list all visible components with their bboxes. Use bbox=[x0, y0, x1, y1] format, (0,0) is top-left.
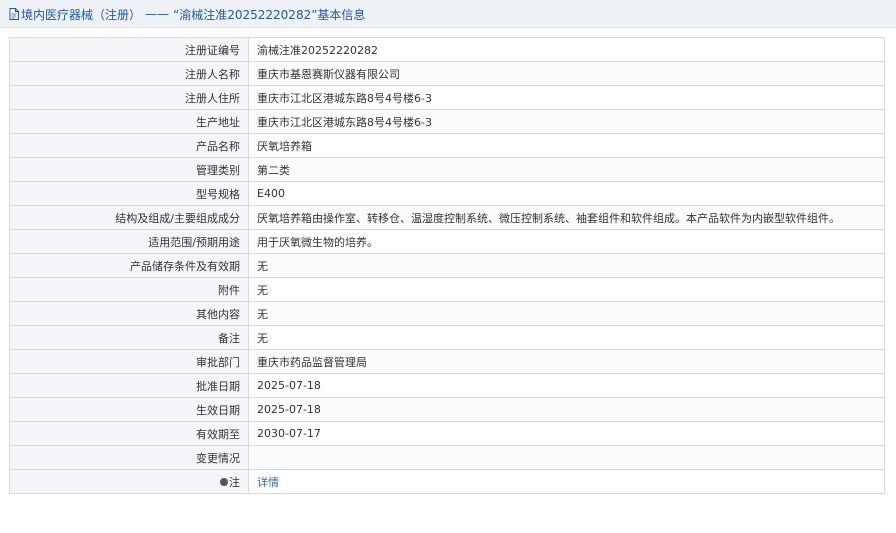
note-dot-icon bbox=[220, 477, 228, 486]
table-row: 注册人住所 重庆市江北区港城东路8号4号楼6-3 bbox=[9, 85, 885, 110]
row-label: 变更情况 bbox=[9, 445, 249, 470]
row-value: E400 bbox=[248, 181, 885, 206]
note-label: 注 bbox=[229, 475, 240, 489]
page-title: “渝械注准20252220282”基本信息 bbox=[173, 7, 366, 22]
row-label: 注册证编号 bbox=[9, 37, 249, 62]
row-value: 用于厌氧微生物的培养。 bbox=[248, 229, 885, 254]
row-label: 型号规格 bbox=[9, 181, 249, 206]
info-table-body: 注册证编号 渝械注准20252220282 注册人名称 重庆市基恩赛斯仪器有限公司 … bbox=[9, 37, 885, 494]
table-row: 产品储存条件及有效期无 bbox=[9, 253, 885, 278]
row-label: 生产地址 bbox=[9, 109, 249, 134]
note-label-cell: 注 bbox=[9, 469, 249, 494]
row-label: 适用范围/预期用途 bbox=[9, 229, 249, 254]
row-value: 2030-07-17 bbox=[248, 421, 885, 446]
row-label: 审批部门 bbox=[9, 349, 249, 374]
row-value: 重庆市药品监督管理局 bbox=[248, 349, 885, 374]
row-label: 批准日期 bbox=[9, 373, 249, 398]
row-value: 无 bbox=[248, 277, 885, 302]
breadcrumb-category-link[interactable]: 境内医疗器械（注册） bbox=[21, 6, 141, 23]
document-icon bbox=[9, 8, 19, 20]
breadcrumb-separator: —— bbox=[145, 7, 170, 21]
row-value: 无 bbox=[248, 301, 885, 326]
table-row: 其他内容无 bbox=[9, 301, 885, 326]
row-value: 重庆市江北区港城东路8号4号楼6-3 bbox=[248, 109, 885, 134]
breadcrumb: 境内医疗器械（注册） —— “渝械注准20252220282”基本信息 bbox=[9, 6, 365, 22]
table-row: 注册证编号 渝械注准20252220282 bbox=[9, 37, 885, 62]
row-value bbox=[248, 445, 885, 470]
table-row: 附件无 bbox=[9, 277, 885, 302]
table-row: 结构及组成/主要组成成分 厌氧培养箱由操作室、转移仓、温湿度控制系统、微压控制系统… bbox=[9, 205, 885, 230]
row-value: 渝械注准20252220282 bbox=[248, 37, 885, 62]
row-label: 产品名称 bbox=[9, 133, 249, 158]
breadcrumb-bar: 境内医疗器械（注册） —— “渝械注准20252220282”基本信息 bbox=[0, 0, 896, 28]
table-row: 管理类别 第二类 bbox=[9, 157, 885, 182]
details-link[interactable]: 详情 bbox=[257, 476, 279, 489]
table-row: 生产地址 重庆市江北区港城东路8号4号楼6-3 bbox=[9, 109, 885, 134]
info-table: 注册证编号 渝械注准20252220282 注册人名称 重庆市基恩赛斯仪器有限公司 … bbox=[9, 37, 885, 494]
row-label: 注册人住所 bbox=[9, 85, 249, 110]
table-row: 有效期至 2030-07-17 bbox=[9, 421, 885, 446]
table-row: 审批部门 重庆市药品监督管理局 bbox=[9, 349, 885, 374]
table-row: 生效日期 2025-07-18 bbox=[9, 397, 885, 422]
row-label: 管理类别 bbox=[9, 157, 249, 182]
row-label: 备注 bbox=[9, 325, 249, 350]
table-row: 备注无 bbox=[9, 325, 885, 350]
table-row: 型号规格 E400 bbox=[9, 181, 885, 206]
note-row: 注 详情 bbox=[9, 469, 885, 494]
row-value: 重庆市基恩赛斯仪器有限公司 bbox=[248, 61, 885, 86]
row-value: 第二类 bbox=[248, 157, 885, 182]
row-value: 厌氧培养箱由操作室、转移仓、温湿度控制系统、微压控制系统、袖套组件和软件组成。本… bbox=[248, 205, 885, 230]
table-row: 注册人名称 重庆市基恩赛斯仪器有限公司 bbox=[9, 61, 885, 86]
row-value: 重庆市江北区港城东路8号4号楼6-3 bbox=[248, 85, 885, 110]
row-label: 结构及组成/主要组成成分 bbox=[9, 205, 249, 230]
row-label: 产品储存条件及有效期 bbox=[9, 253, 249, 278]
table-row: 变更情况 bbox=[9, 445, 885, 470]
row-label: 有效期至 bbox=[9, 421, 249, 446]
row-label: 生效日期 bbox=[9, 397, 249, 422]
row-value: 2025-07-18 bbox=[248, 397, 885, 422]
row-label: 其他内容 bbox=[9, 301, 249, 326]
row-value: 2025-07-18 bbox=[248, 373, 885, 398]
row-value: 无 bbox=[248, 325, 885, 350]
row-label: 注册人名称 bbox=[9, 61, 249, 86]
table-row: 产品名称 厌氧培养箱 bbox=[9, 133, 885, 158]
row-value: 无 bbox=[248, 253, 885, 278]
table-row: 适用范围/预期用途 用于厌氧微生物的培养。 bbox=[9, 229, 885, 254]
row-label: 附件 bbox=[9, 277, 249, 302]
note-value-cell: 详情 bbox=[248, 469, 885, 494]
row-value: 厌氧培养箱 bbox=[248, 133, 885, 158]
table-row: 批准日期 2025-07-18 bbox=[9, 373, 885, 398]
